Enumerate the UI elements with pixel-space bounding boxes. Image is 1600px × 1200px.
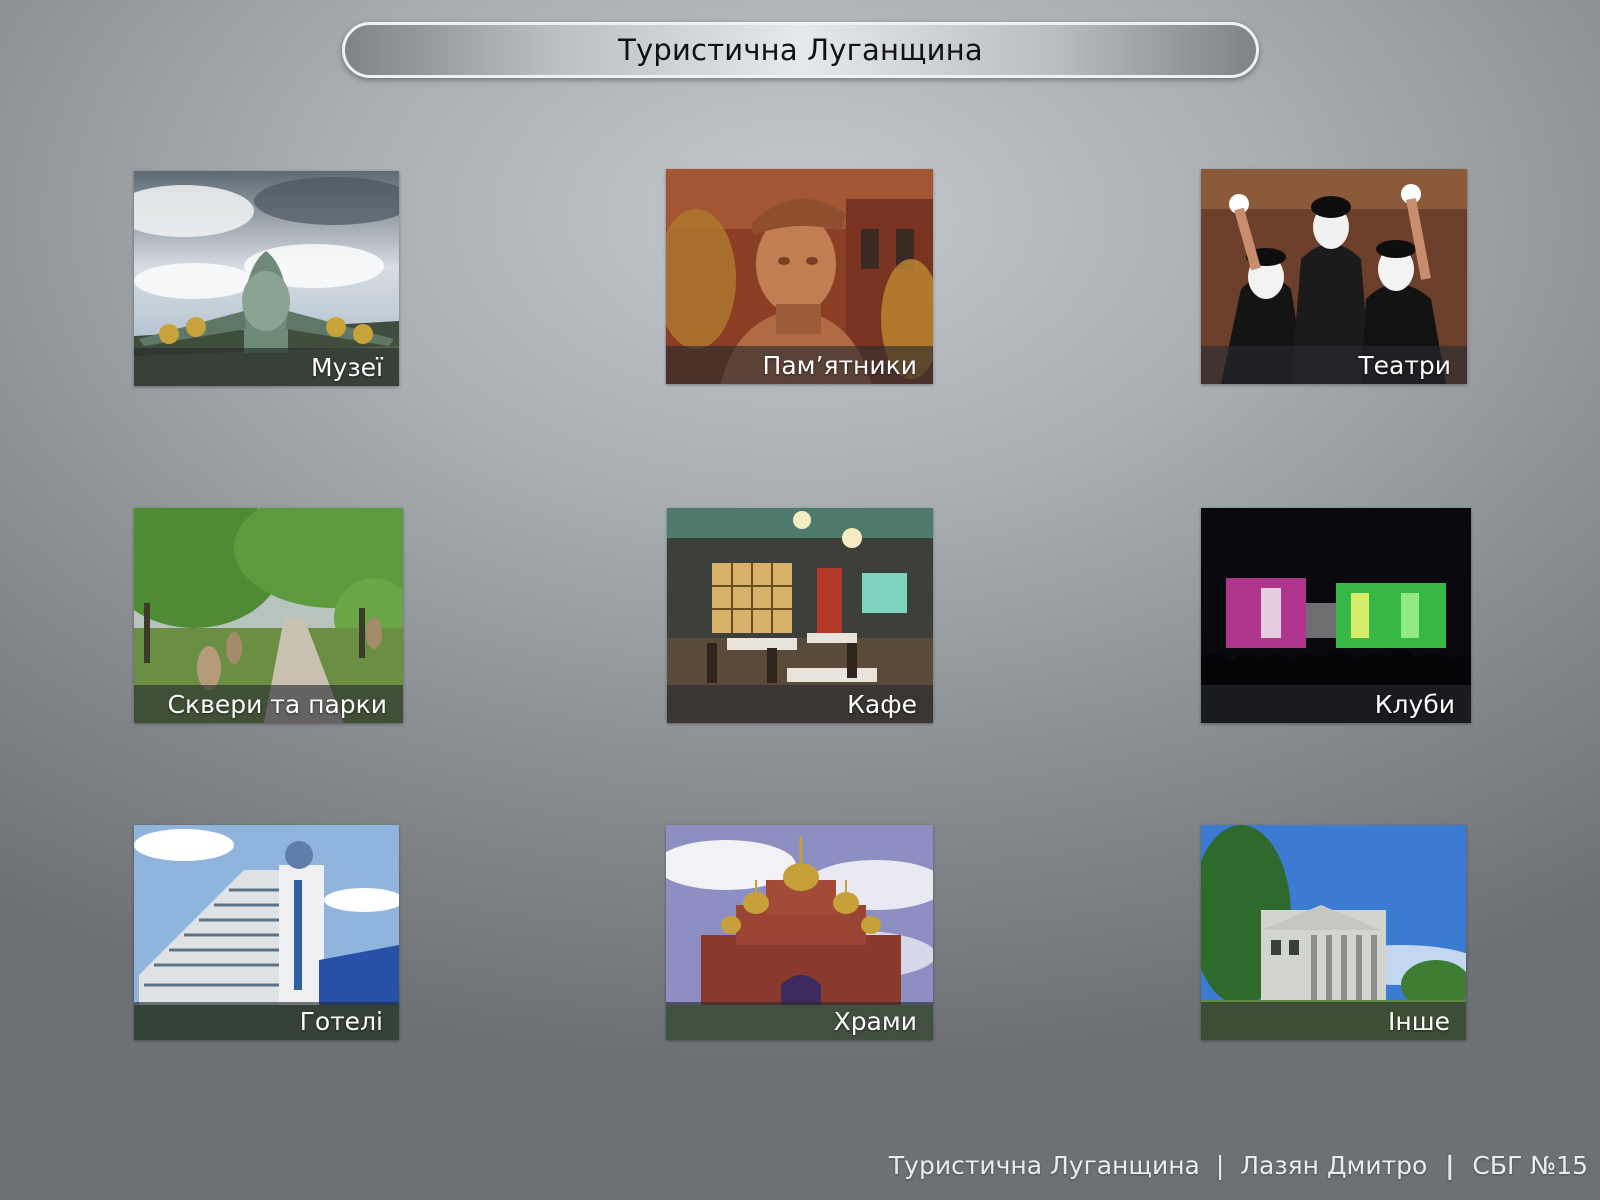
- tile-cafes[interactable]: Кафе: [667, 508, 933, 723]
- tile-parks[interactable]: Сквери та парки: [134, 508, 403, 723]
- tile-other[interactable]: Інше: [1201, 825, 1466, 1040]
- footer-title: Туристична Луганщина: [888, 1151, 1200, 1180]
- tile-label: Музеї: [311, 353, 383, 382]
- footer: Туристична Луганщина | Лазян Дмитро | СБ…: [889, 1151, 1588, 1180]
- footer-separator: |: [1215, 1151, 1225, 1180]
- tile-monuments[interactable]: Пам’ятники: [666, 169, 933, 384]
- title-bar: Туристична Луганщина: [342, 22, 1259, 78]
- tile-label: Храми: [833, 1007, 917, 1036]
- tile-label: Театри: [1358, 351, 1451, 380]
- tile-hotels[interactable]: Готелі: [134, 825, 399, 1040]
- footer-author: Лазян Дмитро: [1240, 1151, 1428, 1180]
- tile-clubs[interactable]: Клуби: [1201, 508, 1471, 723]
- footer-separator-bold: |: [1445, 1151, 1455, 1180]
- footer-school: СБГ №15: [1472, 1151, 1588, 1180]
- page-title: Туристична Луганщина: [618, 33, 983, 67]
- tile-label: Готелі: [299, 1007, 383, 1036]
- tile-label: Сквери та парки: [167, 690, 387, 719]
- tile-label: Пам’ятники: [762, 351, 917, 380]
- tile-museums[interactable]: Музеї: [134, 171, 399, 386]
- tile-temples[interactable]: Храми: [666, 825, 933, 1040]
- tile-label: Клуби: [1374, 690, 1455, 719]
- tile-label: Кафе: [847, 690, 917, 719]
- tile-theatres[interactable]: Театри: [1201, 169, 1467, 384]
- tile-label: Інше: [1388, 1007, 1450, 1036]
